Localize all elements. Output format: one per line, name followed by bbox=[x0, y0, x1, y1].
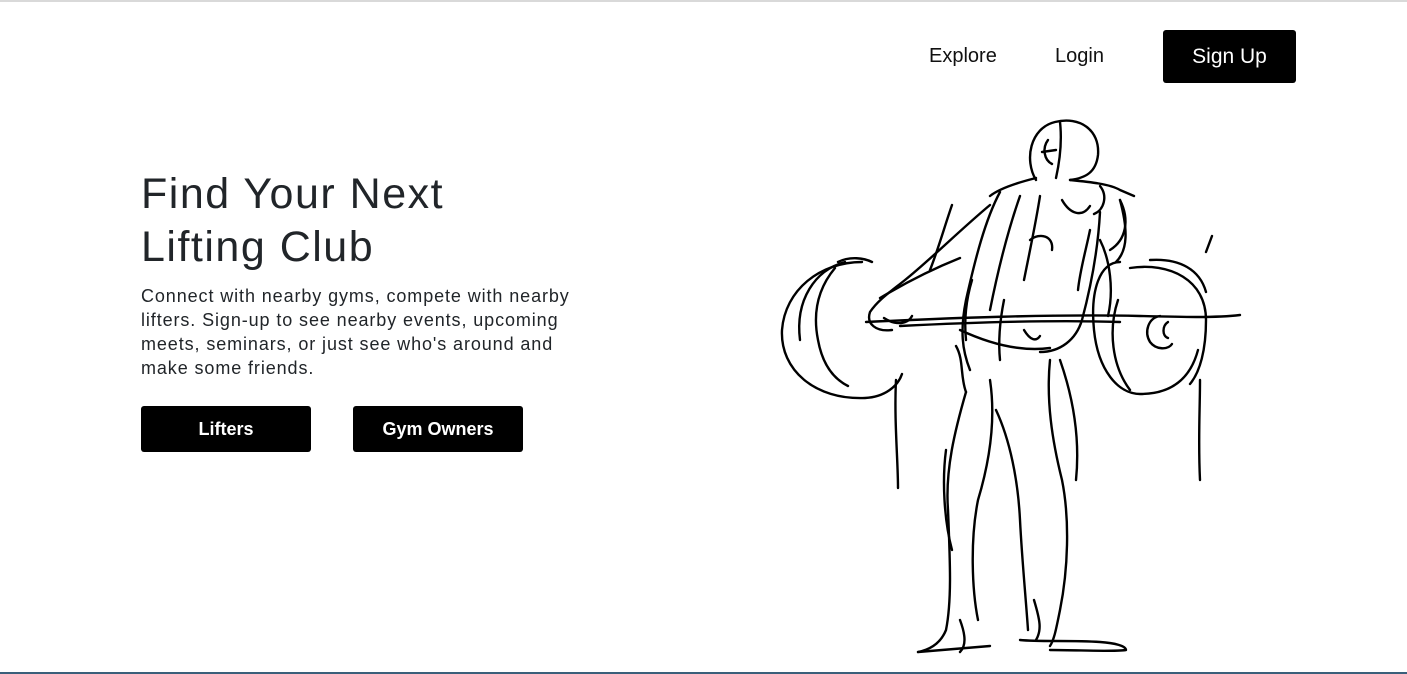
signup-button[interactable]: Sign Up bbox=[1163, 30, 1296, 83]
gym-owners-button[interactable]: Gym Owners bbox=[353, 406, 523, 452]
nav-login-link[interactable]: Login bbox=[1055, 44, 1104, 68]
lifters-button[interactable]: Lifters bbox=[141, 406, 311, 452]
nav-explore-link[interactable]: Explore bbox=[929, 44, 997, 68]
top-border bbox=[0, 0, 1407, 2]
weightlifter-sketch-illustration bbox=[780, 119, 1242, 654]
hero-title: Find Your Next Lifting Club bbox=[141, 170, 445, 271]
hero-description: Connect with nearby gyms, compete with n… bbox=[141, 286, 570, 378]
